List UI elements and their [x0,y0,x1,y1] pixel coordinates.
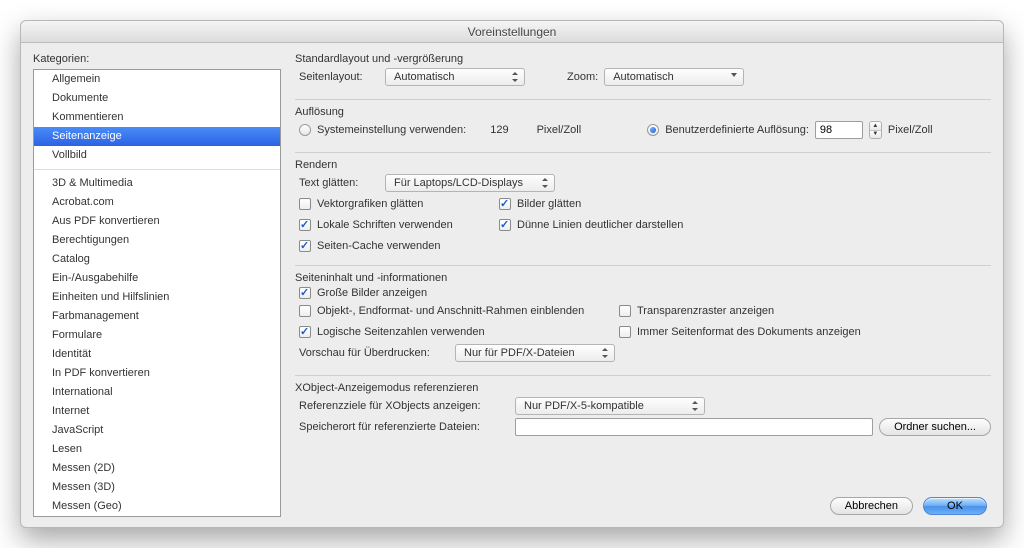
category-item[interactable]: JavaScript [34,421,280,440]
smooth-text-label: Text glätten: [299,177,379,189]
logical-pages-checkbox[interactable] [299,326,311,338]
page-cache-checkbox[interactable] [299,240,311,252]
custom-resolution-unit: Pixel/Zoll [888,124,933,136]
category-item[interactable]: Acrobat.com [34,193,280,212]
thin-lines-checkbox[interactable] [499,219,511,231]
category-item[interactable]: Allgemein [34,70,280,89]
category-item[interactable]: Seitenanzeige [34,127,280,146]
category-item[interactable]: Messen (3D) [34,478,280,497]
category-item[interactable]: Identität [34,345,280,364]
sidebar: Kategorien: AllgemeinDokumenteKommentier… [33,53,281,517]
category-item[interactable]: International [34,383,280,402]
category-item[interactable]: 3D & Multimedia [34,174,280,193]
system-resolution-value: 129 [490,124,508,136]
custom-resolution-label: Benutzerdefinierte Auflösung: [665,124,809,136]
xobject-path-field[interactable] [515,418,873,436]
dialog-footer: Abbrechen OK [295,497,991,517]
category-item[interactable]: Catalog [34,250,280,269]
section-render-title: Rendern [295,159,991,171]
preferences-window: Voreinstellungen Kategorien: AllgemeinDo… [20,20,1004,528]
frames-checkbox[interactable] [299,305,311,317]
page-layout-select[interactable]: Automatisch [385,68,525,86]
window-title: Voreinstellungen [21,21,1003,43]
system-resolution-unit: Pixel/Zoll [537,124,582,136]
xobject-targets-select[interactable]: Nur PDF/X-5-kompatible [515,397,705,415]
custom-resolution-radio[interactable] [647,124,659,136]
overprint-select[interactable]: Nur für PDF/X-Dateien [455,344,615,362]
local-fonts-checkbox[interactable] [299,219,311,231]
smooth-images-checkbox[interactable] [499,198,511,210]
xobject-targets-label: Referenzziele für XObjects anzeigen: [299,400,509,412]
section-content-title: Seiteninhalt und -informationen [295,272,991,284]
category-item[interactable]: Messen (Geo) [34,497,280,516]
category-item[interactable]: Messen (2D) [34,459,280,478]
category-item[interactable]: Einheiten und Hilfslinien [34,288,280,307]
always-page-format-checkbox[interactable] [619,326,631,338]
overprint-label: Vorschau für Überdrucken: [299,347,449,359]
categories-label: Kategorien: [33,53,281,65]
section-xobject: XObject-Anzeigemodus referenzieren Refer… [295,382,991,439]
big-images-checkbox[interactable] [299,287,311,299]
category-item[interactable]: Aus PDF konvertieren [34,212,280,231]
category-item[interactable]: Ein-/Ausgabehilfe [34,269,280,288]
category-item[interactable]: Vollbild [34,146,280,165]
categories-list[interactable]: AllgemeinDokumenteKommentierenSeitenanze… [33,69,281,517]
category-item[interactable]: Multimedia (ältere Versionen) [34,516,280,517]
section-layout: Standardlayout und -vergrößerung Seitenl… [295,53,991,89]
category-item[interactable]: Lesen [34,440,280,459]
section-layout-title: Standardlayout und -vergrößerung [295,53,991,65]
custom-resolution-stepper[interactable]: ▲▼ [869,121,882,139]
category-item[interactable]: Internet [34,402,280,421]
transparency-grid-checkbox[interactable] [619,305,631,317]
custom-resolution-field[interactable] [815,121,863,139]
smooth-vector-checkbox[interactable] [299,198,311,210]
category-divider [34,169,280,170]
category-item[interactable]: In PDF konvertieren [34,364,280,383]
content-area: Kategorien: AllgemeinDokumenteKommentier… [21,43,1003,527]
browse-folder-button[interactable]: Ordner suchen... [879,418,991,436]
zoom-label: Zoom: [567,71,598,83]
cancel-button[interactable]: Abbrechen [830,497,913,515]
system-resolution-radio[interactable] [299,124,311,136]
page-layout-label: Seitenlayout: [299,71,379,83]
category-item[interactable]: Berechtigungen [34,231,280,250]
system-resolution-label: Systemeinstellung verwenden: [317,124,466,136]
category-item[interactable]: Farbmanagement [34,307,280,326]
section-resolution-title: Auflösung [295,106,991,118]
settings-panel: Standardlayout und -vergrößerung Seitenl… [295,53,991,517]
category-item[interactable]: Kommentieren [34,108,280,127]
section-resolution: Auflösung Systemeinstellung verwenden: 1… [295,106,991,142]
ok-button[interactable]: OK [923,497,987,515]
smooth-text-select[interactable]: Für Laptops/LCD-Displays [385,174,555,192]
section-render: Rendern Text glätten: Für Laptops/LCD-Di… [295,159,991,255]
category-item[interactable]: Formulare [34,326,280,345]
section-xobject-title: XObject-Anzeigemodus referenzieren [295,382,991,394]
section-content: Seiteninhalt und -informationen Große Bi… [295,272,991,365]
category-item[interactable]: Dokumente [34,89,280,108]
xobject-path-label: Speicherort für referenzierte Dateien: [299,421,509,433]
zoom-select[interactable]: Automatisch [604,68,744,86]
